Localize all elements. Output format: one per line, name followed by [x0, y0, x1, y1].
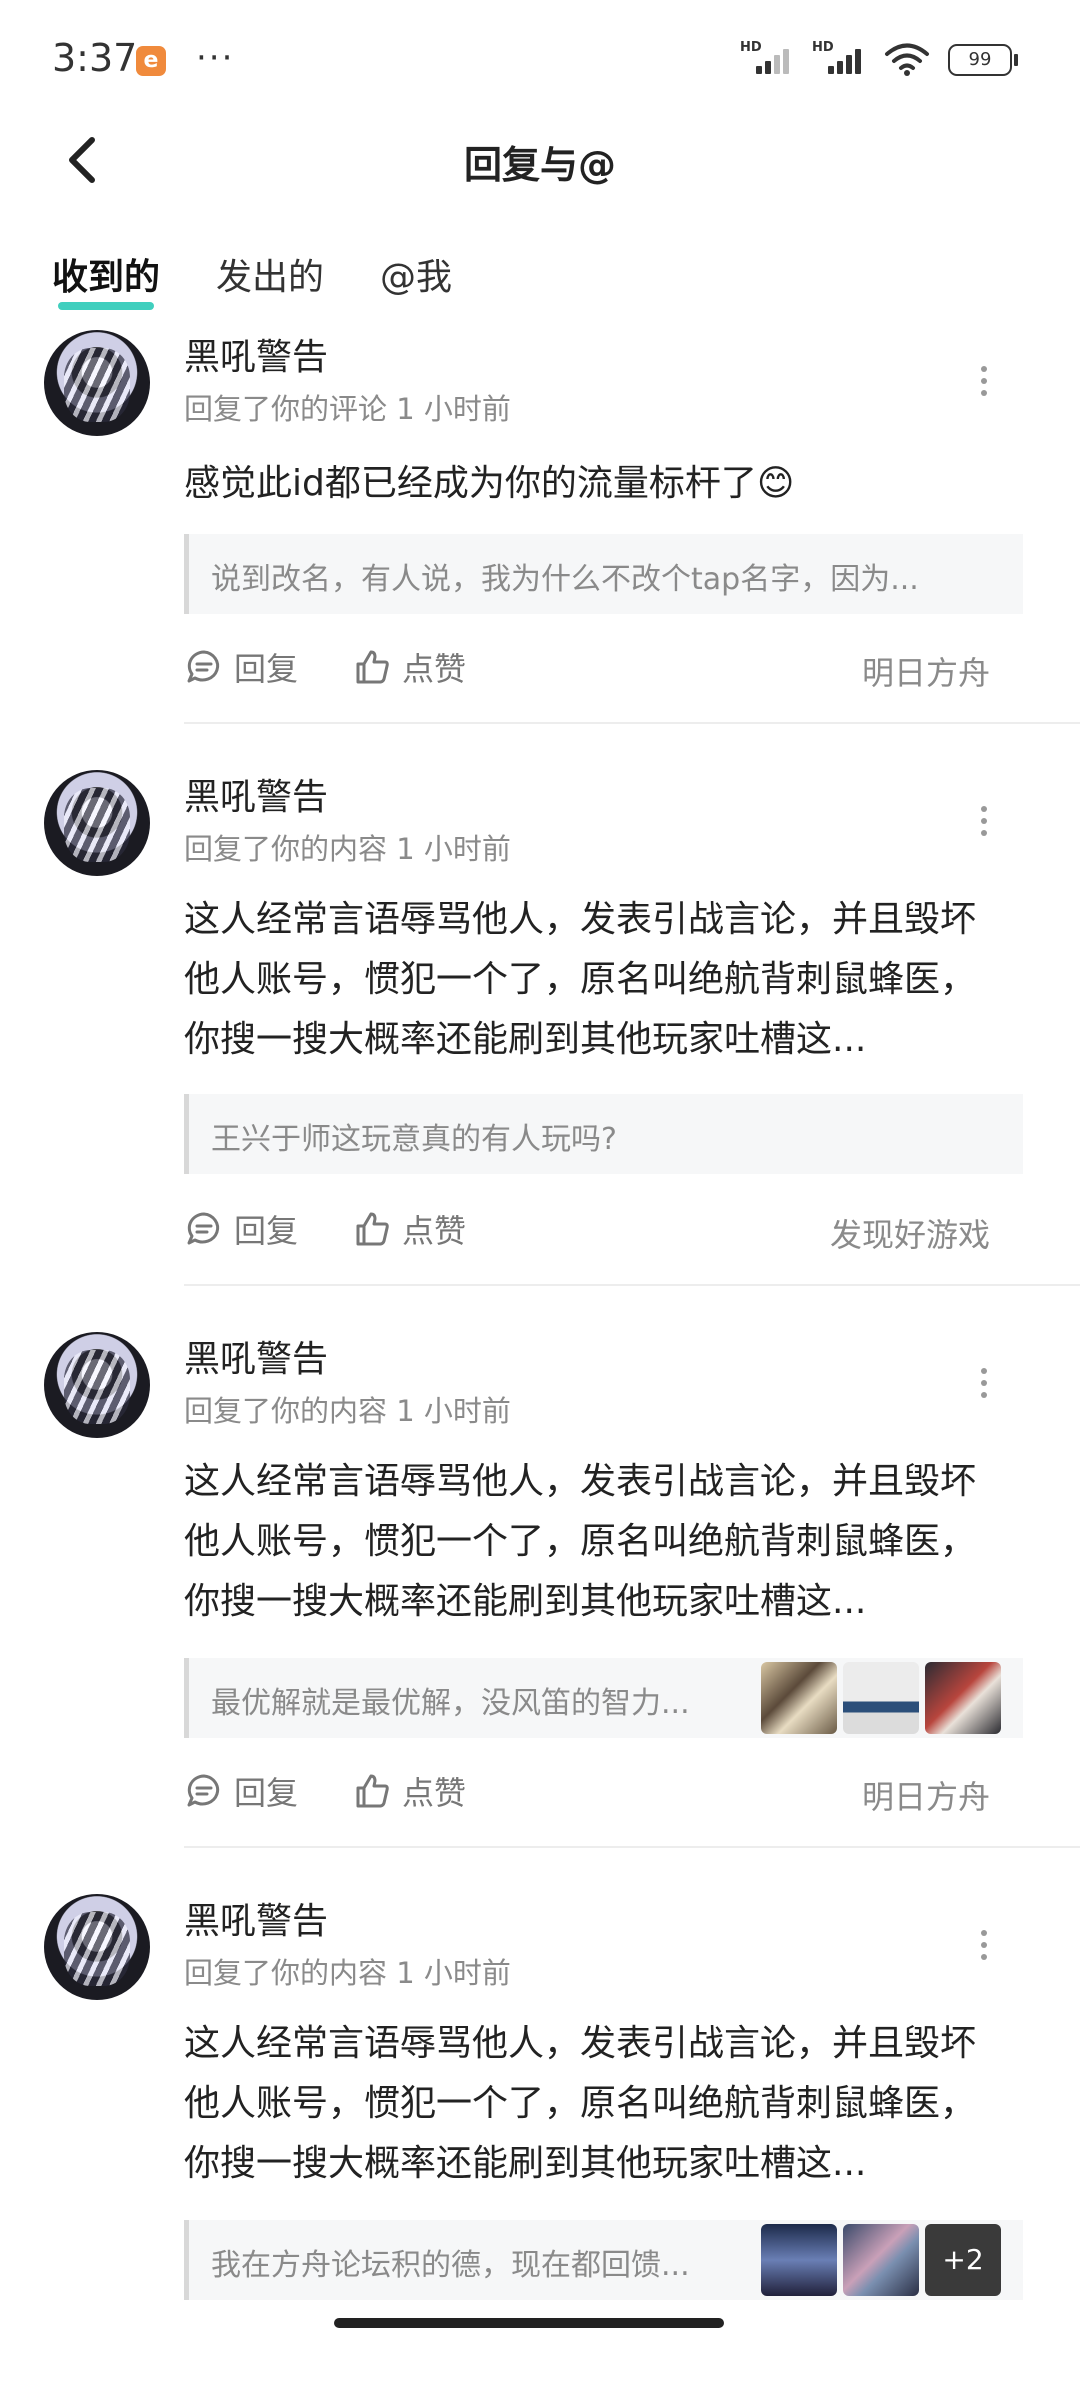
tab-bar: 收到的 发出的 @我 — [52, 248, 452, 310]
signal-icon: HD — [740, 40, 794, 80]
quoted-text: 我在方舟论坛积的德，现在都回馈... — [211, 2248, 690, 2283]
thumbnail-image[interactable] — [843, 1662, 919, 1734]
more-vertical-icon[interactable] — [978, 1368, 990, 1408]
comment-icon — [187, 1774, 220, 1807]
reply-actions: 回复 点赞 发现好游戏 — [184, 1206, 1018, 1256]
reply-item[interactable]: 黑吼警告 回复了你的评论 1 小时前 感觉此id都已经成为你的流量标杆了😊 说到… — [0, 318, 1080, 728]
page-title: 回复与@ — [463, 143, 616, 187]
username[interactable]: 黑吼警告 — [184, 768, 328, 820]
thumbnail-image[interactable] — [761, 1662, 837, 1734]
username[interactable]: 黑吼警告 — [184, 1330, 328, 1382]
reply-actions: 回复 点赞 明日方舟 — [184, 644, 1018, 694]
reply-button[interactable]: 回复 — [184, 644, 298, 690]
thumbnail-image[interactable] — [925, 1662, 1001, 1734]
reply-meta: 回复了你的内容 1 小时前 — [184, 1956, 511, 1990]
reply-content[interactable]: 这人经常言语辱骂他人，发表引战言论，并且毁坏他人账号，惯犯一个了，原名叫绝航背刺… — [184, 1452, 1004, 1632]
quoted-thumbnails — [761, 1662, 1001, 1734]
active-tab-indicator — [58, 302, 155, 310]
reply-button[interactable]: 回复 — [184, 1206, 298, 1252]
reply-item[interactable]: 黑吼警告 回复了你的内容 1 小时前 这人经常言语辱骂他人，发表引战言论，并且毁… — [0, 758, 1080, 1298]
quoted-text: 说到改名，有人说，我为什么不改个tap名字，因为... — [211, 562, 919, 597]
tab-received[interactable]: 收到的 — [52, 248, 160, 310]
thumbs-up-icon — [356, 1212, 389, 1246]
comment-icon — [187, 650, 220, 683]
signal-icon: HD — [812, 40, 866, 80]
quoted-comment[interactable]: 王兴于师这玩意真的有人玩吗? — [184, 1094, 1023, 1174]
tab-mentions[interactable]: @我 — [380, 248, 452, 308]
reply-content[interactable]: 这人经常言语辱骂他人，发表引战言论，并且毁坏他人账号，惯犯一个了，原名叫绝航背刺… — [184, 890, 1004, 1070]
reply-meta: 回复了你的内容 1 小时前 — [184, 832, 511, 866]
avatar[interactable] — [44, 330, 150, 436]
thumbnail-image[interactable] — [843, 2224, 919, 2296]
top-bar: 回复与@ — [0, 120, 1080, 200]
source-tag[interactable]: 发现好游戏 — [830, 1210, 990, 1256]
thumbnail-image[interactable] — [761, 2224, 837, 2296]
divider — [184, 1846, 1080, 1848]
home-indicator[interactable] — [334, 2318, 724, 2328]
quoted-comment[interactable]: 我在方舟论坛积的德，现在都回馈... +2 — [184, 2220, 1023, 2300]
more-vertical-icon[interactable] — [978, 366, 990, 406]
more-vertical-icon[interactable] — [978, 1930, 990, 1970]
more-notifications-icon: ··· — [196, 38, 235, 78]
like-button[interactable]: 点赞 — [352, 1206, 466, 1252]
avatar[interactable] — [44, 1894, 150, 2000]
battery-icon: 99 — [948, 44, 1018, 76]
reply-content[interactable]: 这人经常言语辱骂他人，发表引战言论，并且毁坏他人账号，惯犯一个了，原名叫绝航背刺… — [184, 2014, 1004, 2194]
reply-content[interactable]: 感觉此id都已经成为你的流量标杆了😊 — [184, 454, 1004, 514]
status-bar: 3:37 e ··· HD HD 99 — [0, 0, 1080, 120]
avatar[interactable] — [44, 1332, 150, 1438]
reply-button[interactable]: 回复 — [184, 1768, 298, 1814]
app-notification-icon: e — [136, 46, 166, 76]
status-time: 3:37 — [52, 36, 138, 80]
thumbs-up-icon — [356, 650, 389, 684]
source-tag[interactable]: 明日方舟 — [862, 1772, 990, 1818]
tab-sent[interactable]: 发出的 — [216, 248, 324, 308]
comment-icon — [187, 1212, 220, 1245]
more-images-count[interactable]: +2 — [925, 2224, 1001, 2296]
reply-meta: 回复了你的评论 1 小时前 — [184, 392, 511, 426]
like-button[interactable]: 点赞 — [352, 644, 466, 690]
divider — [184, 1284, 1080, 1286]
thumbs-up-icon — [356, 1774, 389, 1808]
divider — [184, 722, 1080, 724]
like-button[interactable]: 点赞 — [352, 1768, 466, 1814]
source-tag[interactable]: 明日方舟 — [862, 648, 990, 694]
quoted-comment[interactable]: 最优解就是最优解，没风笛的智力... — [184, 1658, 1023, 1738]
quoted-thumbnails: +2 — [761, 2224, 1001, 2296]
reply-actions: 回复 点赞 明日方舟 — [184, 1768, 1018, 1818]
quoted-comment[interactable]: 说到改名，有人说，我为什么不改个tap名字，因为... — [184, 534, 1023, 614]
status-indicators: HD HD 99 — [740, 40, 1018, 80]
quoted-text: 王兴于师这玩意真的有人玩吗? — [211, 1122, 617, 1157]
more-vertical-icon[interactable] — [978, 806, 990, 846]
quoted-text: 最优解就是最优解，没风笛的智力... — [211, 1686, 690, 1721]
reply-item[interactable]: 黑吼警告 回复了你的内容 1 小时前 这人经常言语辱骂他人，发表引战言论，并且毁… — [0, 1320, 1080, 1860]
avatar[interactable] — [44, 770, 150, 876]
wifi-icon — [885, 43, 929, 76]
username[interactable]: 黑吼警告 — [184, 328, 328, 380]
username[interactable]: 黑吼警告 — [184, 1892, 328, 1944]
reply-meta: 回复了你的内容 1 小时前 — [184, 1394, 511, 1428]
